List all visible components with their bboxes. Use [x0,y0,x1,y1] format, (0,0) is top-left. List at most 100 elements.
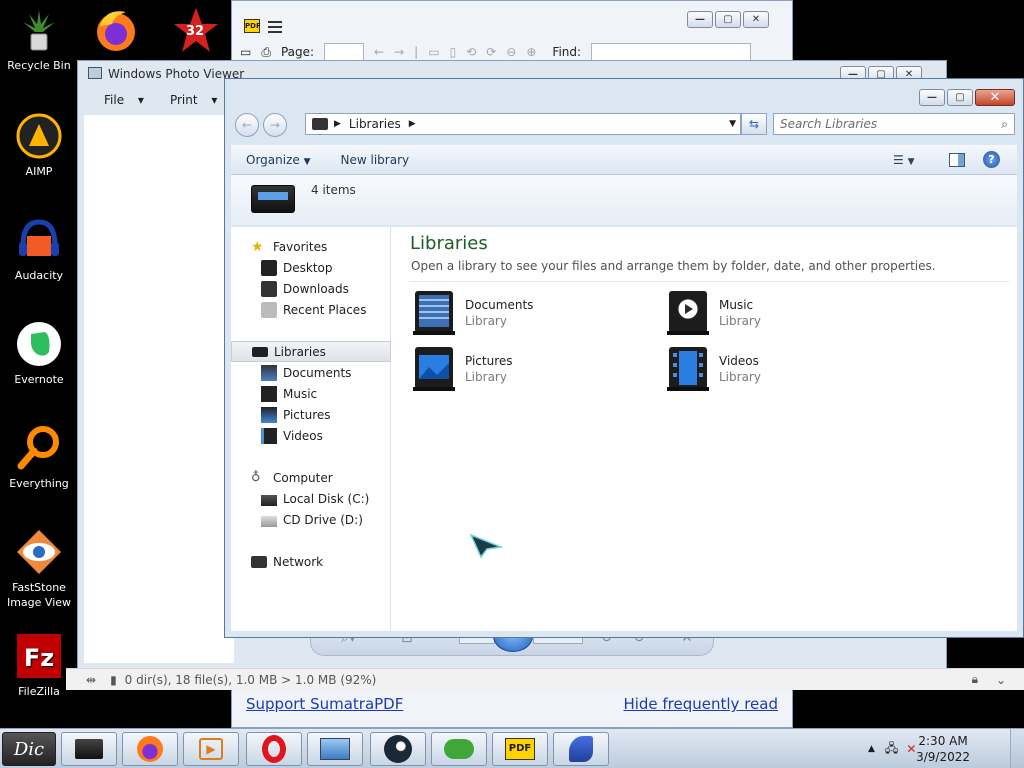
breadcrumb-libraries[interactable]: Libraries [349,117,401,131]
new-library-button[interactable]: New library [326,153,425,167]
taskbar-sumatra[interactable]: PDF [492,732,548,766]
hard-disk-icon [261,494,277,506]
single-page-icon[interactable]: ▭ [428,45,439,59]
organize-button[interactable]: Organize ▼ [231,153,326,167]
find-input[interactable] [591,43,752,61]
desktop-icon-recycle-bin[interactable]: Recycle Bin [2,6,76,73]
nav-videos[interactable]: Videos [231,425,391,446]
taskbar-photo-viewer[interactable] [307,732,363,766]
print-icon[interactable]: ⎙ [261,45,271,60]
taskbar-firefox[interactable] [122,732,178,766]
library-pictures[interactable]: Pictures Library [411,345,513,393]
taskbar-steam[interactable] [370,732,426,766]
minimize-button[interactable]: — [687,11,713,28]
taskbar-pea[interactable] [431,732,487,766]
library-name: Music [719,298,754,312]
explorer-body: ★ Favorites Desktop Downloads Recent Plac… [231,227,1017,631]
search-input[interactable]: Search Libraries [780,117,877,131]
mouse-cursor-icon [469,533,504,562]
nav-libraries[interactable]: Libraries [231,341,391,362]
nav-documents[interactable]: Documents [231,362,391,383]
svg-text:Fz: Fz [24,644,54,672]
forward-arrow-icon[interactable]: → [394,45,404,59]
zoom-out-icon[interactable]: ⊖ [506,45,516,59]
refresh-button[interactable]: ⇆ [741,113,767,135]
library-music[interactable]: Music Library [665,289,761,337]
page-input[interactable] [324,43,365,61]
nav-favorites[interactable]: ★ Favorites [231,236,391,257]
library-type: Library [719,314,761,328]
library-documents[interactable]: Documents Library [411,289,533,337]
desktop-icon-audacity[interactable]: Audacity [2,216,76,283]
firefox-desktop-icon[interactable] [92,6,140,54]
search-box[interactable]: Search Libraries ⌕ [773,113,1015,135]
preview-pane-icon[interactable] [949,152,965,167]
filezilla-icon: Fz [15,632,63,680]
desktop-icon-filezilla[interactable]: Fz FileZilla [2,632,76,699]
desktop-icon-faststone[interactable]: FastStone Image View [2,528,76,610]
show-hidden-icons[interactable]: ▲ [868,744,875,754]
nav-downloads[interactable]: Downloads [231,278,391,299]
taskbar-opera[interactable] [246,732,302,766]
nav-pictures[interactable]: Pictures [231,404,391,425]
page-label: Page: [280,45,315,59]
desktop-icon-everything[interactable]: Everything [2,424,76,491]
nav-cd-drive[interactable]: CD Drive (D:) [231,509,391,530]
volume-muted-icon[interactable]: ✕ [906,742,916,756]
hide-frequently-read-link[interactable]: Hide frequently read [623,695,778,713]
close-button[interactable]: ✕ [743,11,769,28]
sumatra-pdf-icon: PDF [505,738,535,760]
maximize-button[interactable]: ▢ [947,89,973,106]
taskbar-app[interactable] [553,732,609,766]
rotate-right-icon[interactable]: ⟳ [486,45,496,59]
network-tray-icon[interactable]: 🖧︎ [885,739,898,760]
back-button[interactable]: ← [235,113,259,137]
taskbar-media-player[interactable]: ▶ [183,732,239,766]
nav-local-disk[interactable]: Local Disk (C:) [231,488,391,509]
clock[interactable]: 2:30 AM 3/9/2022 [916,733,970,765]
rotate-left-icon[interactable]: ⟲ [466,45,476,59]
maximize-button[interactable]: ▢ [715,11,741,28]
desktop-icon-evernote[interactable]: Evernote [2,320,76,387]
nav-desktop[interactable]: Desktop [231,257,391,278]
forward-button[interactable]: → [263,113,287,137]
start-button[interactable]: Dic [2,732,56,766]
libraries-icon [252,346,268,357]
hamburger-menu-icon[interactable] [268,21,282,33]
status-text: 0 dir(s), 18 file(s), 1.0 MB > 1.0 MB (9… [124,672,377,687]
help-icon[interactable]: ? [983,151,1000,168]
explorer-window[interactable]: — ▢ ✕ ← → ▶ Libraries ▶ ▼ ⇆ Search Libra… [224,78,1024,638]
zoom-in-icon[interactable]: ⊕ [526,45,536,59]
minimize-button[interactable]: — [919,89,945,106]
file-icon: ▮ [110,672,117,687]
nav-network[interactable]: Network [231,551,391,572]
support-link[interactable]: Support SumatraPDF [246,695,403,713]
address-bar[interactable]: ▶ Libraries ▶ ▼ [305,113,741,135]
nav-music[interactable]: Music [231,383,391,404]
show-desktop-button[interactable] [1010,729,1024,768]
chevron-down-icon[interactable]: ⌄ [996,673,1006,687]
recent-places-icon [261,301,277,318]
nav-computer[interactable]: ♁ Computer [231,467,391,488]
music-library-icon [665,289,711,337]
library-videos[interactable]: Videos Library [665,345,761,393]
address-dropdown-icon[interactable]: ▼ [729,119,736,129]
counter-badge: 32 [186,24,205,39]
clock-time: 2:30 AM [918,734,968,748]
lock-icon[interactable]: 🔒︎ [972,672,978,687]
content-description: Open a library to see your files and arr… [411,259,936,273]
view-options-icon[interactable]: ☰ ▼ [893,153,915,167]
back-arrow-icon[interactable]: ← [374,45,384,59]
close-button[interactable]: ✕ [975,89,1015,106]
nav-recent-places[interactable]: Recent Places [231,299,391,320]
resize-arrows-icon: ⇹ [86,672,97,687]
facing-icon[interactable]: ▯ [450,45,457,59]
print-menu[interactable]: Print ▾ [170,93,217,107]
faststone-eye-icon [15,528,63,576]
counter-desktop-icon[interactable]: 32 [172,6,220,54]
taskbar-explorer[interactable] [61,732,117,766]
star-icon: ★ [251,238,264,255]
open-icon[interactable]: ▭ [240,45,251,59]
file-menu[interactable]: File ▾ [104,93,144,107]
desktop-icon-aimp[interactable]: AIMP [2,112,76,179]
